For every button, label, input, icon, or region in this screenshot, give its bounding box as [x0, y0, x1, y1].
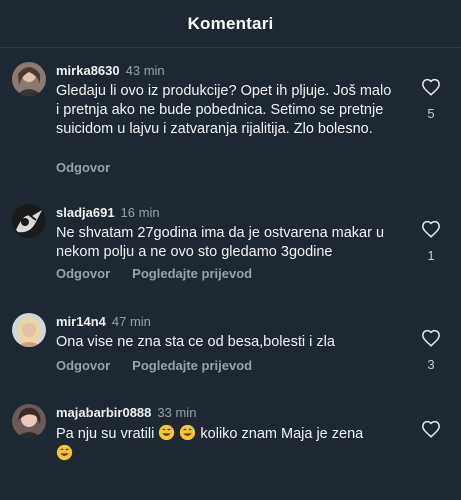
grinning-sweat-emoji-icon	[180, 424, 196, 441]
comment-text: Pa nju su vratili koliko znam Maja je ze…	[56, 424, 396, 464]
comments-header: Komentari	[0, 0, 461, 48]
heart-icon	[422, 420, 440, 438]
comment-text: Ona vise ne zna sta ce od besa,bolesti i…	[56, 334, 335, 350]
reply-button[interactable]: Odgovor	[56, 358, 110, 373]
like-count: 1	[427, 248, 435, 263]
comment-username[interactable]: majabarbir0888	[56, 405, 151, 420]
like-button[interactable]: 1	[419, 220, 443, 263]
comment-username[interactable]: mir14n4	[56, 314, 106, 329]
comment-time: 33 min	[157, 405, 197, 420]
avatar[interactable]	[12, 62, 46, 96]
like-count: 5	[427, 106, 435, 121]
like-button[interactable]: 5	[419, 78, 443, 121]
heart-icon	[422, 329, 440, 347]
comment-text: Ne shvatam 27godina ima da je ostvarena …	[56, 225, 385, 260]
avatar[interactable]	[12, 204, 46, 238]
reply-button[interactable]: Odgovor	[56, 160, 110, 175]
comment-time: 43 min	[125, 63, 165, 78]
see-translation-button[interactable]: Pogledajte prijevod	[132, 358, 252, 373]
like-button[interactable]	[419, 420, 443, 438]
heart-icon	[422, 220, 440, 238]
like-count: 3	[427, 357, 435, 372]
comment-text-part: Pa nju su vratili	[56, 426, 155, 442]
grinning-sweat-emoji-icon	[159, 424, 175, 441]
header-title: Komentari	[187, 13, 274, 33]
comment-text: Gledaju li ovo iz produkcije? Opet ih pl…	[56, 83, 392, 137]
comment-time: 16 min	[120, 205, 160, 220]
avatar[interactable]	[12, 404, 46, 438]
comments-sheet: Komentari mirka8630 43 min Gledaju li ov…	[0, 0, 461, 500]
heart-icon	[422, 78, 440, 96]
grinning-sweat-emoji-icon	[56, 444, 73, 461]
see-translation-button[interactable]: Pogledajte prijevod	[132, 266, 252, 281]
avatar[interactable]	[12, 313, 46, 347]
like-button[interactable]: 3	[419, 329, 443, 372]
comment-username[interactable]: mirka8630	[56, 63, 120, 78]
comment-time: 47 min	[111, 314, 151, 329]
comment-username[interactable]: sladja691	[56, 205, 115, 220]
comment-text-part: koliko znam Maja je zena	[200, 426, 364, 442]
reply-button[interactable]: Odgovor	[56, 266, 110, 281]
